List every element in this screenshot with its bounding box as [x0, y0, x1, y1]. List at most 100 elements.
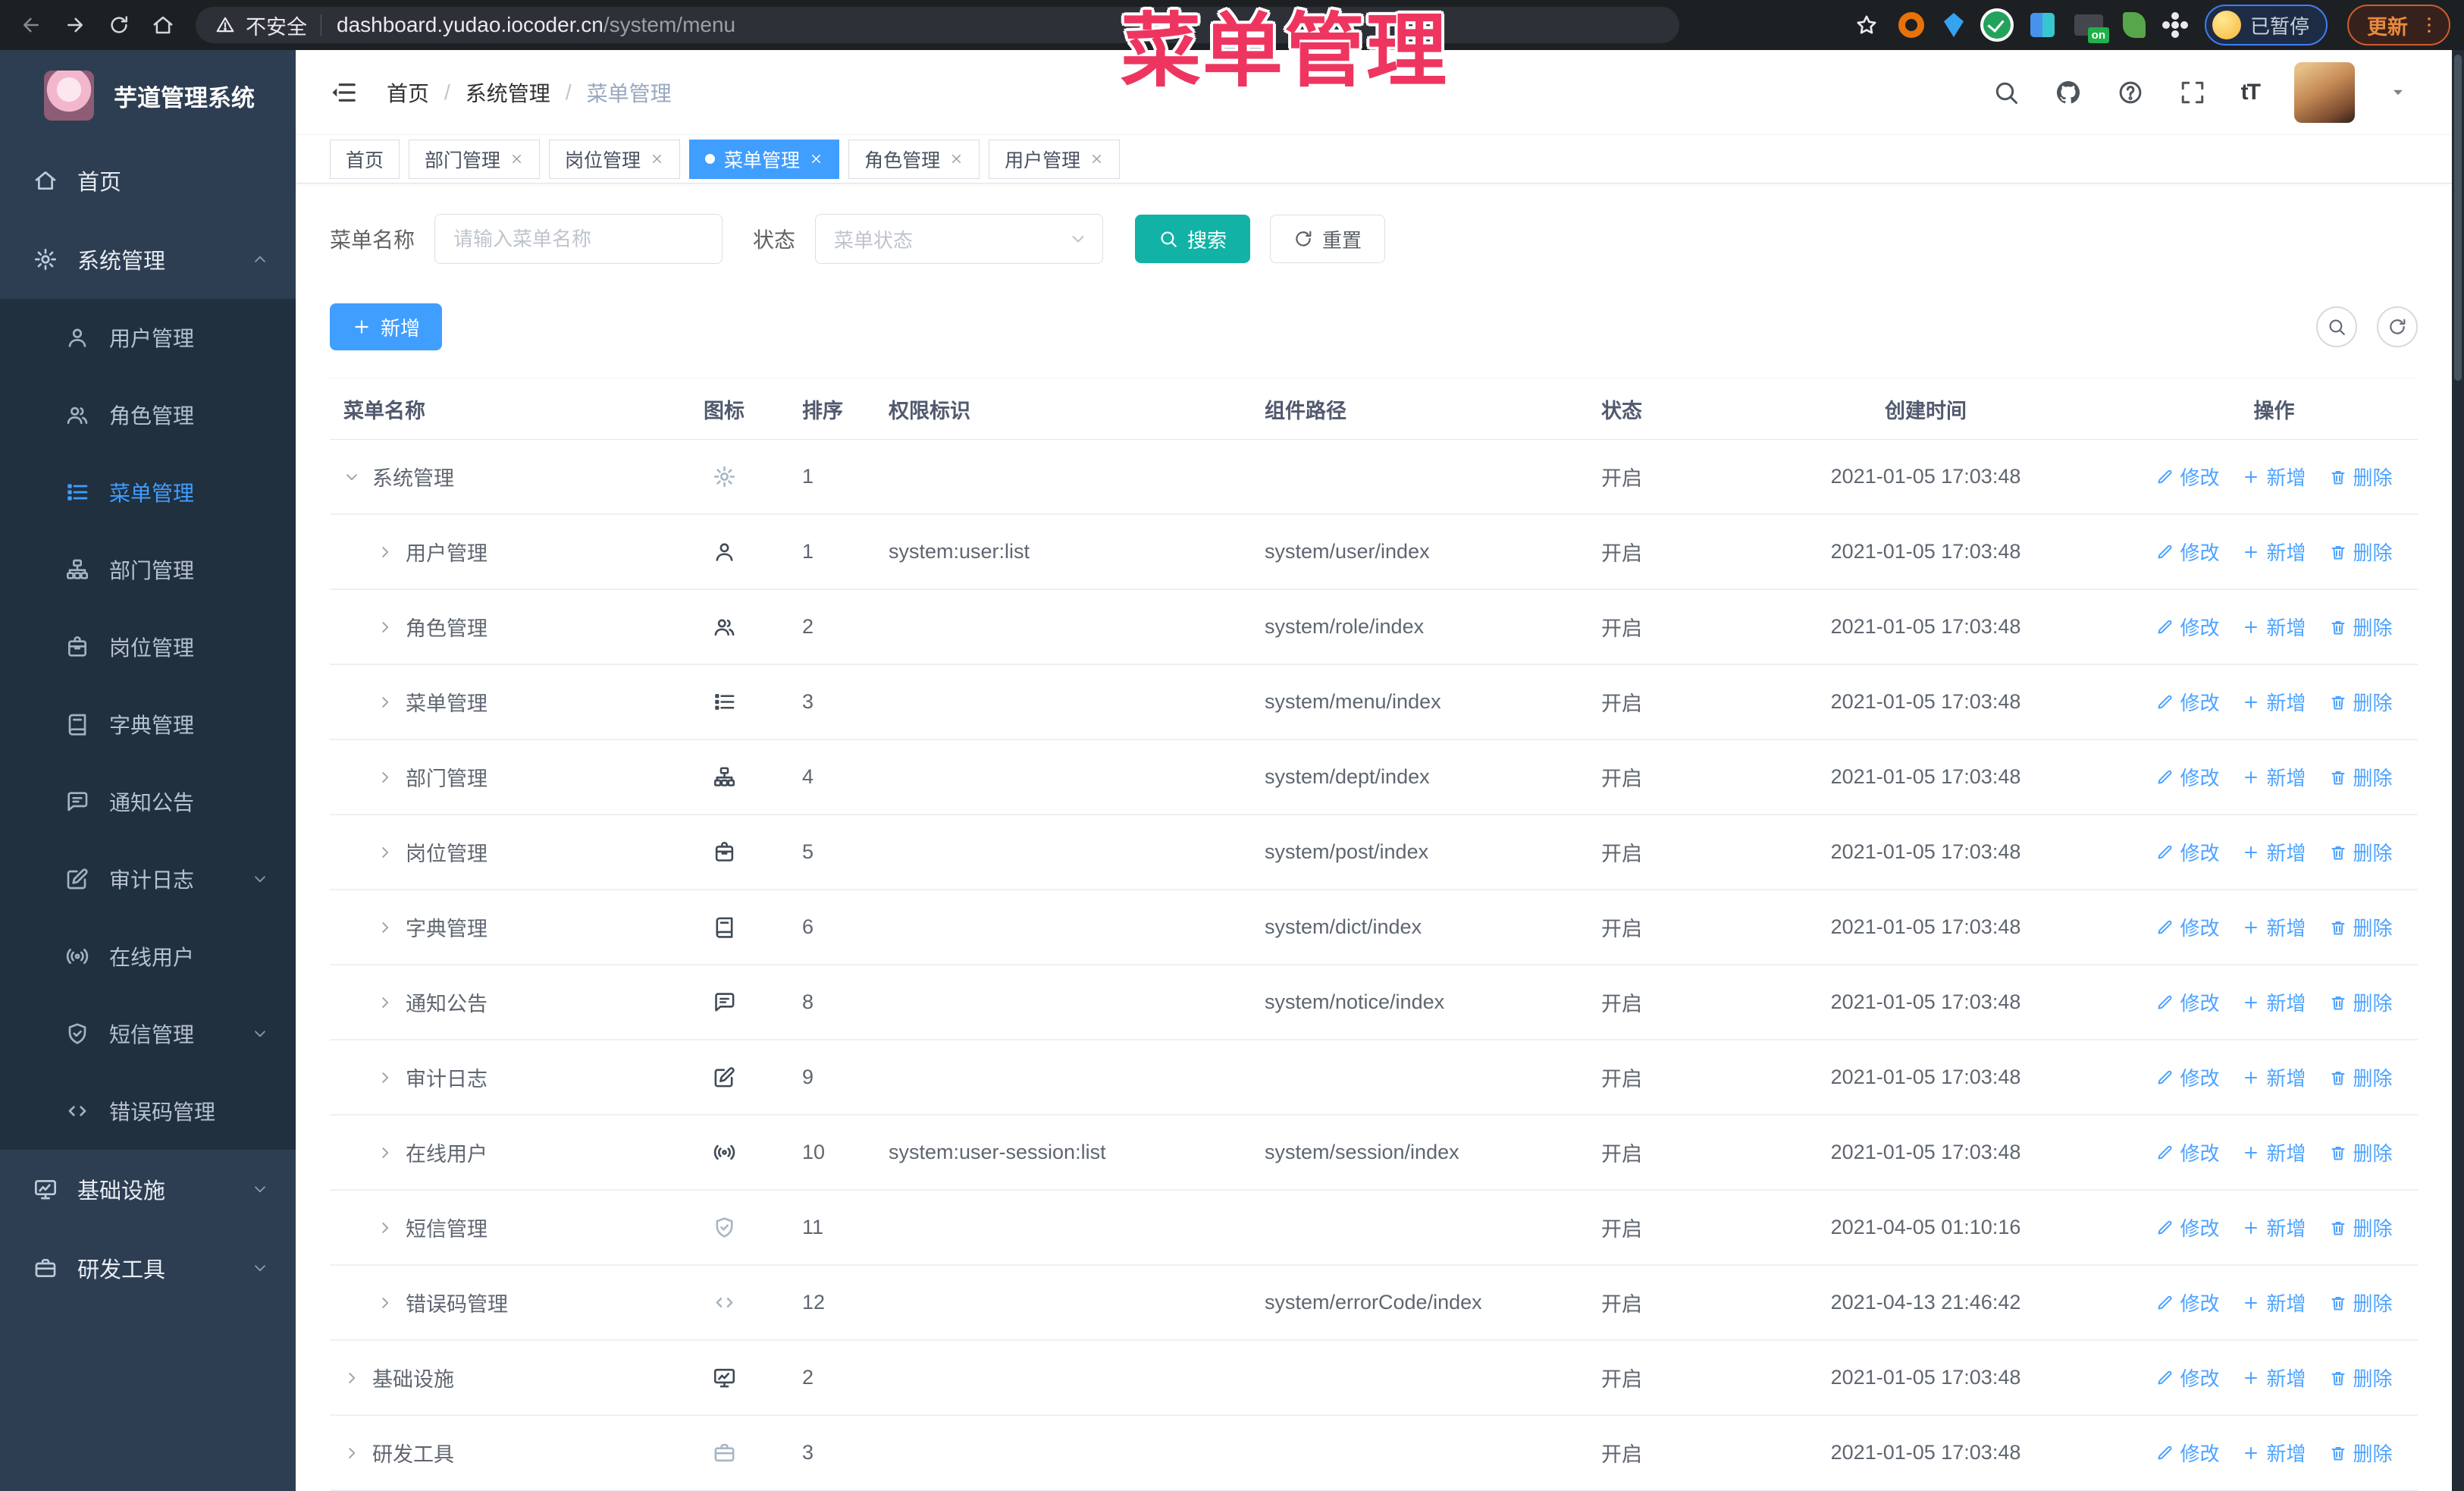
tab-dept[interactable]: 部门管理	[409, 139, 541, 179]
fullscreen-icon[interactable]	[2179, 79, 2206, 106]
sidebar-item-infra[interactable]: 基础设施	[0, 1150, 296, 1229]
app-logo[interactable]: 芋道管理系统	[0, 50, 296, 141]
sidebar-item-devtool[interactable]: 研发工具	[0, 1229, 296, 1307]
delete-action-link[interactable]: 删除	[2329, 988, 2393, 1016]
add-action-link[interactable]: 新增	[2242, 613, 2306, 641]
cell-menu-name[interactable]: 角色管理	[330, 612, 667, 642]
cell-menu-name[interactable]: 短信管理	[330, 1213, 667, 1242]
forward-icon[interactable]	[58, 8, 92, 42]
cell-menu-name[interactable]: 基础设施	[330, 1363, 667, 1392]
tab-post[interactable]: 岗位管理	[549, 139, 681, 179]
delete-action-link[interactable]: 删除	[2329, 763, 2393, 791]
sidebar-item-errcode[interactable]: 错误码管理	[0, 1072, 296, 1150]
add-action-link[interactable]: 新增	[2242, 1138, 2306, 1166]
delete-action-link[interactable]: 删除	[2329, 463, 2393, 491]
edit-action-link[interactable]: 修改	[2155, 838, 2219, 866]
edit-action-link[interactable]: 修改	[2155, 1213, 2219, 1241]
add-action-link[interactable]: 新增	[2242, 1063, 2306, 1091]
onoff-extension-icon[interactable]	[2074, 14, 2109, 43]
add-action-link[interactable]: 新增	[2242, 1364, 2306, 1392]
edit-action-link[interactable]: 修改	[2155, 538, 2219, 566]
delete-action-link[interactable]: 删除	[2329, 1289, 2393, 1317]
scrollbar-thumb[interactable]	[2454, 55, 2462, 381]
browser-update-chip[interactable]: 更新	[2347, 5, 2450, 46]
cell-menu-name[interactable]: 错误码管理	[330, 1288, 667, 1317]
blue-gem-extension-icon[interactable]	[1943, 13, 1964, 37]
search-button[interactable]: 搜索	[1135, 215, 1251, 263]
sidebar-item-sms[interactable]: 短信管理	[0, 995, 296, 1072]
sidebar-collapse-icon[interactable]	[329, 78, 358, 107]
sidebar-item-notice[interactable]: 通知公告	[0, 763, 296, 840]
delete-action-link[interactable]: 删除	[2329, 1439, 2393, 1467]
cell-menu-name[interactable]: 系统管理	[330, 462, 667, 491]
cell-menu-name[interactable]: 在线用户	[330, 1138, 667, 1167]
edit-action-link[interactable]: 修改	[2155, 1439, 2219, 1467]
kebab-menu-icon[interactable]	[2419, 14, 2440, 36]
delete-action-link[interactable]: 删除	[2329, 838, 2393, 866]
delete-action-link[interactable]: 删除	[2329, 1138, 2393, 1166]
add-action-link[interactable]: 新增	[2242, 688, 2306, 716]
page-scrollbar[interactable]	[2452, 50, 2464, 1491]
add-action-link[interactable]: 新增	[2242, 463, 2306, 491]
edit-action-link[interactable]: 修改	[2155, 913, 2219, 941]
user-avatar[interactable]	[2294, 61, 2355, 123]
refresh-table-button[interactable]	[2377, 306, 2418, 347]
delete-action-link[interactable]: 删除	[2329, 913, 2393, 941]
delete-action-link[interactable]: 删除	[2329, 1213, 2393, 1241]
orange-ring-extension-icon[interactable]	[1898, 12, 1924, 38]
sidebar-item-post[interactable]: 岗位管理	[0, 608, 296, 686]
github-icon[interactable]	[2055, 79, 2082, 106]
delete-action-link[interactable]: 删除	[2329, 538, 2393, 566]
help-icon[interactable]	[2117, 79, 2144, 106]
edit-action-link[interactable]: 修改	[2155, 988, 2219, 1016]
edit-action-link[interactable]: 修改	[2155, 463, 2219, 491]
add-action-link[interactable]: 新增	[2242, 763, 2306, 791]
delete-action-link[interactable]: 删除	[2329, 688, 2393, 716]
show-search-toggle-button[interactable]	[2316, 306, 2357, 347]
search-icon[interactable]	[1992, 79, 2020, 106]
back-icon[interactable]	[14, 8, 49, 42]
sidebar-item-online[interactable]: 在线用户	[0, 918, 296, 995]
cell-menu-name[interactable]: 通知公告	[330, 987, 667, 1017]
cell-menu-name[interactable]: 部门管理	[330, 762, 667, 792]
profile-paused-chip[interactable]: 已暂停	[2204, 5, 2328, 46]
cell-menu-name[interactable]: 字典管理	[330, 912, 667, 942]
edit-action-link[interactable]: 修改	[2155, 688, 2219, 716]
delete-action-link[interactable]: 删除	[2329, 1063, 2393, 1091]
sidebar-item-role[interactable]: 角色管理	[0, 376, 296, 454]
add-button[interactable]: 新增	[330, 303, 443, 350]
add-action-link[interactable]: 新增	[2242, 1213, 2306, 1241]
edit-action-link[interactable]: 修改	[2155, 1063, 2219, 1091]
cell-menu-name[interactable]: 岗位管理	[330, 837, 667, 867]
delete-action-link[interactable]: 删除	[2329, 1364, 2393, 1392]
cell-menu-name[interactable]: 菜单管理	[330, 687, 667, 717]
edit-action-link[interactable]: 修改	[2155, 613, 2219, 641]
add-action-link[interactable]: 新增	[2242, 1439, 2306, 1467]
breadcrumb-item[interactable]: 首页	[387, 77, 429, 108]
sidebar-item-dict[interactable]: 字典管理	[0, 686, 296, 763]
browser-home-icon[interactable]	[146, 8, 180, 42]
bookmark-star-icon[interactable]	[1854, 13, 1879, 37]
cell-menu-name[interactable]: 用户管理	[330, 537, 667, 567]
tab-menu[interactable]: 菜单管理	[689, 139, 840, 179]
menu-name-input[interactable]	[434, 214, 723, 264]
caret-down-icon[interactable]	[2390, 84, 2406, 101]
add-action-link[interactable]: 新增	[2242, 538, 2306, 566]
white-puzzle-extension-icon[interactable]	[2171, 21, 2179, 29]
tab-role[interactable]: 角色管理	[848, 139, 980, 179]
status-select[interactable]: 菜单状态	[815, 214, 1104, 264]
tab-home[interactable]: 首页	[330, 139, 400, 179]
green-leaf-extension-icon[interactable]	[2122, 12, 2146, 38]
sidebar-item-system[interactable]: 系统管理	[0, 220, 296, 299]
sidebar-item-user[interactable]: 用户管理	[0, 299, 296, 376]
tab-user[interactable]: 用户管理	[989, 139, 1121, 179]
edit-action-link[interactable]: 修改	[2155, 763, 2219, 791]
edit-action-link[interactable]: 修改	[2155, 1289, 2219, 1317]
font-size-icon[interactable]: tT	[2241, 80, 2261, 105]
address-bar[interactable]: 不安全 dashboard.yudao.iocoder.cn/system/me…	[196, 7, 1679, 43]
add-action-link[interactable]: 新增	[2242, 913, 2306, 941]
sidebar-item-audit[interactable]: 审计日志	[0, 840, 296, 918]
add-action-link[interactable]: 新增	[2242, 1289, 2306, 1317]
edit-action-link[interactable]: 修改	[2155, 1138, 2219, 1166]
reset-button[interactable]: 重置	[1270, 215, 1386, 263]
